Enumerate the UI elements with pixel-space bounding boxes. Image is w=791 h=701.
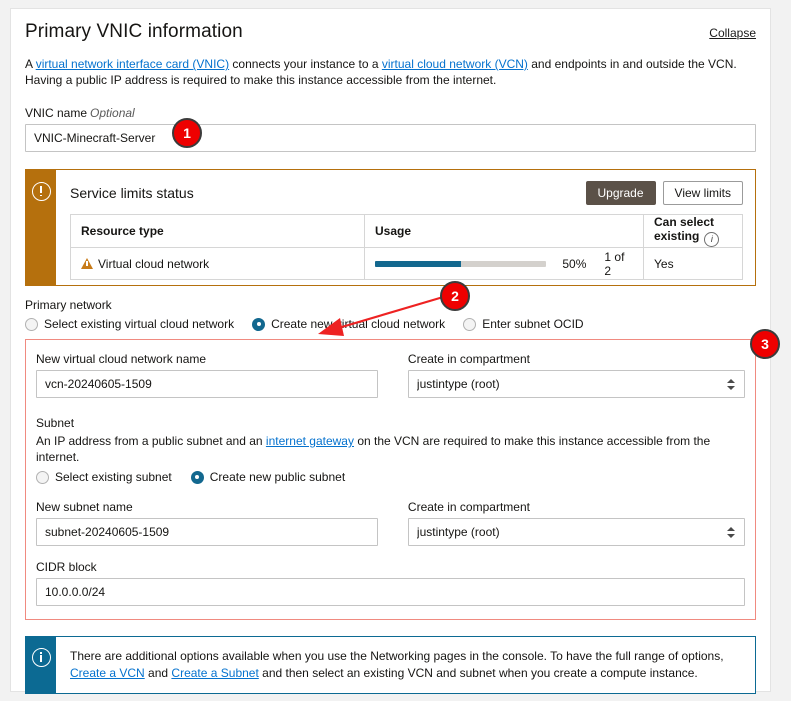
primary-network-label: Primary network bbox=[25, 298, 112, 312]
usage-bar-track bbox=[375, 260, 547, 267]
usage-percent-label: 50% bbox=[562, 256, 587, 271]
warning-triangle-icon bbox=[81, 257, 93, 269]
subnet-heading: Subnet bbox=[36, 416, 75, 430]
col-can-select-existing: Can select existing i bbox=[643, 214, 743, 248]
vcn-name-input[interactable] bbox=[36, 370, 378, 398]
info-circle-icon bbox=[31, 648, 51, 667]
vnic-name-optional-tag: Optional bbox=[90, 106, 135, 120]
table-header-row: Resource type Usage Can select existing i bbox=[70, 214, 743, 248]
vcn-name-field-group: New virtual cloud network name bbox=[36, 352, 378, 398]
vcn-compartment-label: Create in compartment bbox=[407, 352, 530, 366]
subnet-radio-group: Select existing subnet Create new public… bbox=[36, 470, 745, 484]
upgrade-button[interactable]: Upgrade bbox=[585, 181, 656, 205]
internet-gateway-link[interactable]: internet gateway bbox=[266, 434, 354, 448]
subnet-compartment-field-group: Create in compartment bbox=[407, 500, 745, 546]
usage-count-label: 1 of 2 bbox=[604, 249, 625, 278]
primary-vnic-panel: Primary VNIC information Collapse A virt… bbox=[10, 8, 771, 694]
vnic-doc-link[interactable]: virtual network interface card (VNIC) bbox=[36, 57, 229, 71]
radio-select-existing-subnet[interactable]: Select existing subnet bbox=[36, 470, 172, 484]
radio-create-new-vcn[interactable]: Create new virtual cloud network bbox=[252, 317, 445, 331]
subnet-name-field-group: New subnet name bbox=[36, 500, 378, 546]
usage-bar-fill bbox=[375, 260, 461, 267]
radio-icon bbox=[463, 317, 477, 331]
vnic-name-field-group: VNIC name Optional bbox=[25, 106, 756, 152]
cidr-block-field-group: CIDR block bbox=[36, 560, 745, 606]
create-a-vcn-link[interactable]: Create a VCN bbox=[70, 666, 145, 680]
view-limits-button[interactable]: View limits bbox=[662, 181, 743, 205]
annotation-badge-3: 3 bbox=[750, 329, 780, 359]
cidr-block-input[interactable] bbox=[36, 578, 745, 606]
service-limits-actions: Upgrade View limits bbox=[585, 181, 743, 205]
subnet-compartment-select-wrap bbox=[407, 518, 745, 546]
radio-label: Select existing virtual cloud network bbox=[44, 317, 235, 331]
subnet-compartment-select[interactable] bbox=[407, 518, 745, 546]
radio-label: Enter subnet OCID bbox=[482, 317, 584, 331]
collapse-link[interactable]: Collapse bbox=[709, 26, 756, 40]
callout-text: There are additional options available w… bbox=[56, 637, 755, 693]
table-row: Virtual cloud network 50% 1 of 2 Yes bbox=[70, 247, 743, 280]
vnic-name-label: VNIC name Optional bbox=[25, 106, 756, 120]
subnet-name-label: New subnet name bbox=[36, 500, 133, 514]
subnet-compartment-label: Create in compartment bbox=[407, 500, 530, 514]
page-title: Primary VNIC information bbox=[25, 21, 243, 42]
cell-usage: 50% 1 of 2 bbox=[364, 247, 644, 280]
vcn-fields-row: New virtual cloud network name Create in… bbox=[36, 352, 745, 398]
callout-accent-bar bbox=[26, 637, 56, 693]
radio-select-existing-vcn[interactable]: Select existing virtual cloud network bbox=[25, 317, 234, 331]
annotation-badge-1: 1 bbox=[172, 118, 202, 148]
new-vcn-subnet-section: New virtual cloud network name Create in… bbox=[25, 339, 756, 620]
service-limits-body: Service limits status Upgrade View limit… bbox=[56, 170, 755, 285]
subnet-name-input[interactable] bbox=[36, 518, 378, 546]
cidr-block-label: CIDR block bbox=[36, 560, 97, 574]
vnic-name-label-text: VNIC name bbox=[25, 106, 88, 120]
service-limits-table: Resource type Usage Can select existing i… bbox=[70, 214, 743, 280]
intro-text-2: connects your instance to a bbox=[229, 57, 382, 71]
intro-paragraph: A virtual network interface card (VNIC) … bbox=[25, 56, 751, 88]
create-a-subnet-link[interactable]: Create a Subnet bbox=[171, 666, 258, 680]
usage-meter: 50% 1 of 2 bbox=[375, 250, 633, 278]
networking-info-callout: There are additional options available w… bbox=[25, 636, 756, 694]
cell-resource-type: Virtual cloud network bbox=[70, 247, 365, 280]
radio-label: Create new virtual cloud network bbox=[271, 317, 446, 331]
radio-create-new-public-subnet[interactable]: Create new public subnet bbox=[190, 470, 346, 484]
vcn-compartment-select[interactable] bbox=[407, 370, 745, 398]
service-limits-panel: Service limits status Upgrade View limit… bbox=[25, 169, 756, 286]
radio-label: Create new public subnet bbox=[209, 470, 346, 484]
info-icon[interactable]: i bbox=[704, 232, 720, 247]
radio-icon-selected bbox=[252, 317, 266, 331]
vcn-compartment-select-wrap bbox=[407, 370, 745, 398]
subnet-description: An IP address from a public subnet and a… bbox=[36, 433, 745, 465]
callout-text-3: and then select an existing VCN and subn… bbox=[258, 666, 698, 680]
vcn-compartment-field-group: Create in compartment bbox=[407, 352, 745, 398]
callout-text-2: and bbox=[144, 666, 172, 680]
panel-header: Primary VNIC information Collapse bbox=[25, 21, 756, 43]
radio-icon-selected bbox=[190, 470, 204, 484]
resource-type-value: Virtual cloud network bbox=[98, 256, 210, 271]
radio-icon bbox=[36, 470, 49, 484]
col-resource-type: Resource type bbox=[70, 214, 365, 248]
subnet-desc-1: An IP address from a public subnet and a… bbox=[36, 434, 266, 448]
service-limits-accent-bar bbox=[26, 170, 56, 285]
radio-icon bbox=[25, 317, 38, 331]
cell-can-select-existing: Yes bbox=[643, 247, 743, 280]
primary-network-radio-group: Select existing virtual cloud network Cr… bbox=[25, 317, 756, 331]
annotation-badge-2: 2 bbox=[440, 281, 470, 311]
callout-text-1: There are additional options available w… bbox=[70, 649, 724, 663]
exclamation-circle-icon bbox=[31, 182, 51, 201]
service-limits-title: Service limits status bbox=[70, 185, 194, 201]
service-limits-header-row: Service limits status Upgrade View limit… bbox=[70, 179, 743, 207]
radio-enter-subnet-ocid[interactable]: Enter subnet OCID bbox=[463, 317, 584, 331]
vnic-name-input[interactable] bbox=[25, 124, 756, 152]
vcn-doc-link[interactable]: virtual cloud network (VCN) bbox=[382, 57, 528, 71]
col-usage: Usage bbox=[364, 214, 644, 248]
vcn-name-label: New virtual cloud network name bbox=[36, 352, 207, 366]
radio-label: Select existing subnet bbox=[55, 470, 172, 484]
intro-text-1: A bbox=[25, 57, 36, 71]
subnet-fields-row: New subnet name Create in compartment bbox=[36, 500, 745, 546]
